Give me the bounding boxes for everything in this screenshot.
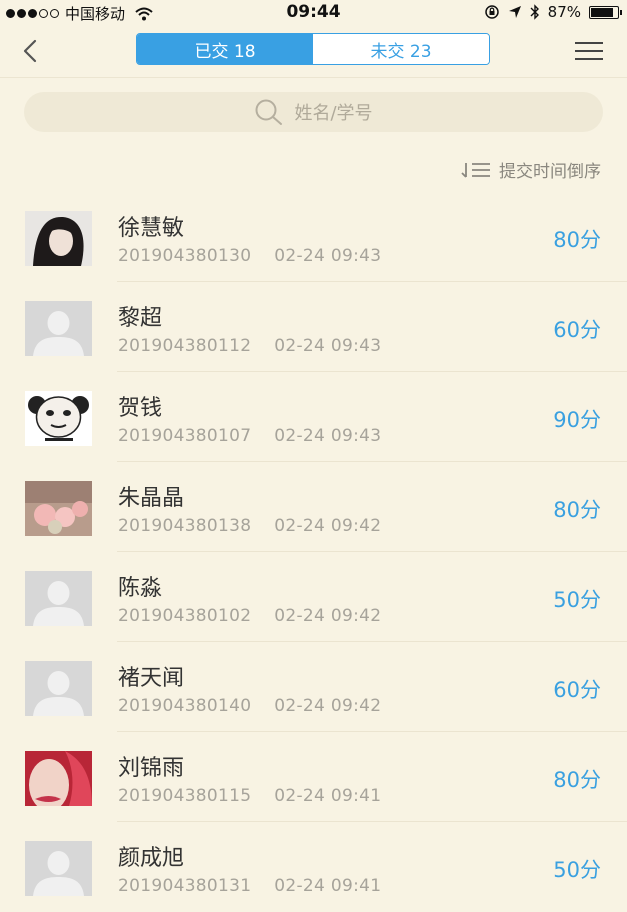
sort-button[interactable]: 提交时间倒序 <box>461 157 601 182</box>
avatar <box>25 391 92 446</box>
student-name: 颜成旭 <box>118 846 185 871</box>
list-item[interactable]: 黎超 201904380112 02-24 09:43 60分 <box>0 282 627 372</box>
list-item[interactable]: 颜成旭 201904380131 02-24 09:41 50分 <box>0 822 627 912</box>
submit-time: 02-24 09:42 <box>274 606 382 626</box>
student-meta: 201904380138 02-24 09:42 <box>118 516 381 536</box>
search-placeholder: 姓名/学号 <box>294 103 373 124</box>
student-score: 50分 <box>553 588 601 612</box>
student-name: 黎超 <box>118 306 163 331</box>
location-icon <box>508 6 521 18</box>
status-right: 87% <box>484 3 622 21</box>
submit-time: 02-24 09:42 <box>274 516 382 536</box>
submission-tabs: 已交 18 未交 23 <box>136 33 490 65</box>
submit-time: 02-24 09:43 <box>274 246 382 266</box>
submit-time: 02-24 09:41 <box>274 786 382 806</box>
student-meta: 201904380131 02-24 09:41 <box>118 876 381 896</box>
avatar <box>25 481 92 536</box>
student-score: 80分 <box>553 498 601 522</box>
student-meta: 201904380112 02-24 09:43 <box>118 336 381 356</box>
search-input[interactable]: 姓名/学号 <box>24 92 603 132</box>
list-item[interactable]: 贺钱 201904380107 02-24 09:43 90分 <box>0 372 627 462</box>
nav-divider <box>0 77 627 78</box>
tab-not-submitted[interactable]: 未交 23 <box>313 34 489 64</box>
student-score: 80分 <box>553 228 601 252</box>
student-id: 201904380131 <box>118 876 252 896</box>
student-id: 201904380112 <box>118 336 252 356</box>
submit-time: 02-24 09:43 <box>274 336 382 356</box>
default-avatar-icon <box>25 661 92 716</box>
submit-time: 02-24 09:43 <box>274 426 382 446</box>
default-avatar-icon <box>25 571 92 626</box>
avatar <box>25 751 92 806</box>
list-item[interactable]: 徐慧敏 201904380130 02-24 09:43 80分 <box>0 192 627 282</box>
student-score: 60分 <box>553 318 601 342</box>
student-score: 80分 <box>553 768 601 792</box>
sort-desc-icon <box>461 162 490 178</box>
student-id: 201904380130 <box>118 246 252 266</box>
student-id: 201904380138 <box>118 516 252 536</box>
student-meta: 201904380115 02-24 09:41 <box>118 786 381 806</box>
battery-percent: 87% <box>547 3 581 21</box>
student-name: 贺钱 <box>118 396 163 421</box>
student-name: 刘锦雨 <box>118 756 185 781</box>
student-name: 徐慧敏 <box>118 216 185 241</box>
student-list: 徐慧敏 201904380130 02-24 09:43 80分 黎超 2019… <box>0 192 627 912</box>
rotation-lock-icon <box>484 5 499 19</box>
student-id: 201904380115 <box>118 786 252 806</box>
list-item[interactable]: 陈淼 201904380102 02-24 09:42 50分 <box>0 552 627 642</box>
sort-label: 提交时间倒序 <box>499 162 601 182</box>
tab-submitted[interactable]: 已交 18 <box>137 34 313 64</box>
student-id: 201904380140 <box>118 696 252 716</box>
back-icon[interactable] <box>18 36 44 66</box>
student-meta: 201904380107 02-24 09:43 <box>118 426 381 446</box>
list-item[interactable]: 褚天闻 201904380140 02-24 09:42 60分 <box>0 642 627 732</box>
submit-time: 02-24 09:41 <box>274 876 382 896</box>
student-meta: 201904380140 02-24 09:42 <box>118 696 381 716</box>
battery-icon <box>589 5 622 19</box>
student-score: 60分 <box>553 678 601 702</box>
student-name: 朱晶晶 <box>118 486 185 511</box>
student-id: 201904380102 <box>118 606 252 626</box>
nav-bar: 已交 18 未交 23 <box>0 26 627 76</box>
list-item[interactable]: 朱晶晶 201904380138 02-24 09:42 80分 <box>0 462 627 552</box>
student-meta: 201904380130 02-24 09:43 <box>118 246 381 266</box>
status-bar: 中国移动 09:44 87% <box>0 0 627 26</box>
search-icon <box>255 99 283 125</box>
student-name: 褚天闻 <box>118 666 185 691</box>
default-avatar-icon <box>25 841 92 896</box>
bluetooth-icon <box>530 4 539 20</box>
list-item[interactable]: 刘锦雨 201904380115 02-24 09:41 80分 <box>0 732 627 822</box>
default-avatar-icon <box>25 301 92 356</box>
student-name: 陈淼 <box>118 576 163 601</box>
menu-icon[interactable] <box>575 42 603 62</box>
student-score: 50分 <box>553 858 601 882</box>
student-id: 201904380107 <box>118 426 252 446</box>
submit-time: 02-24 09:42 <box>274 696 382 716</box>
student-meta: 201904380102 02-24 09:42 <box>118 606 381 626</box>
student-score: 90分 <box>553 408 601 432</box>
avatar <box>25 211 92 266</box>
